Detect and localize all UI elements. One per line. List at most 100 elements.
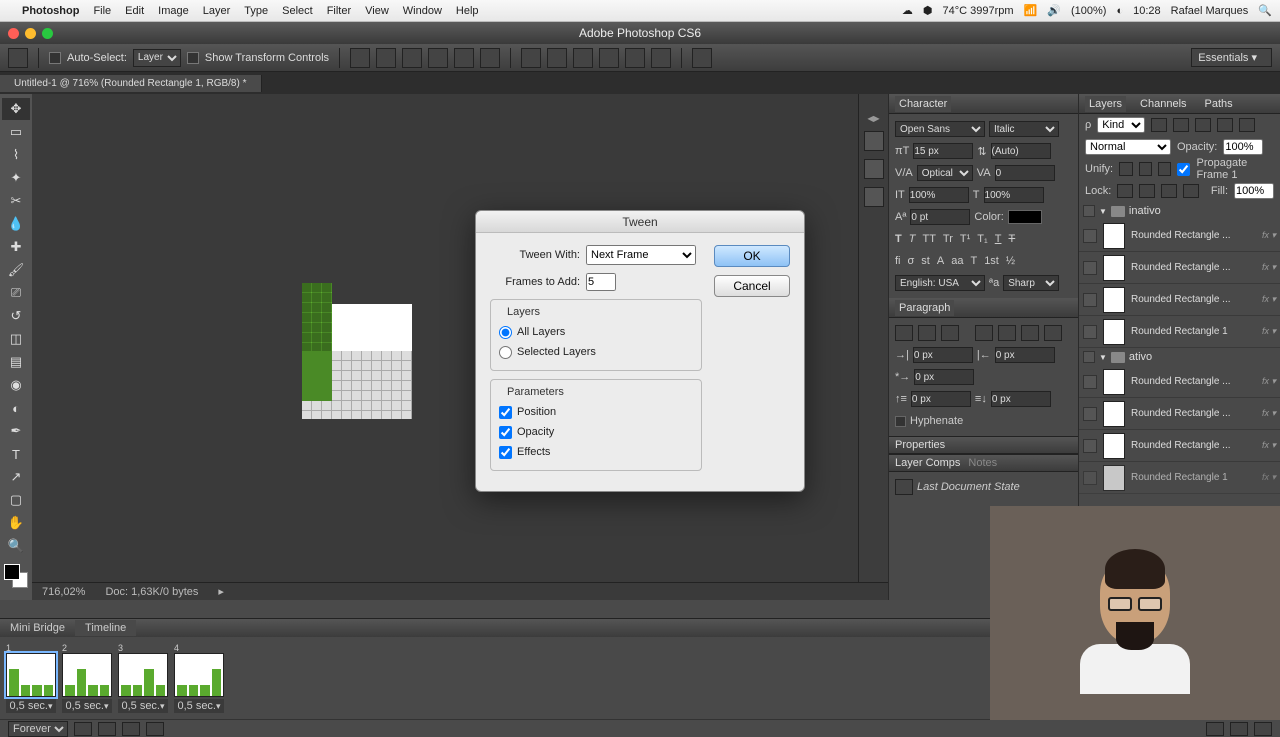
menu-edit[interactable]: Edit — [125, 5, 144, 17]
layer-group[interactable]: ▼inativo — [1079, 202, 1280, 220]
tracking[interactable] — [995, 165, 1055, 181]
align-icon[interactable] — [402, 48, 422, 68]
hand-tool[interactable]: ✋ — [2, 512, 30, 534]
ok-button[interactable]: OK — [714, 245, 790, 267]
space-after[interactable] — [991, 391, 1051, 407]
hyphenate-checkbox[interactable] — [895, 416, 906, 427]
layer-group[interactable]: ▼ativo — [1079, 348, 1280, 366]
font-size[interactable] — [913, 143, 973, 159]
show-transform-checkbox[interactable] — [187, 52, 199, 64]
hscale[interactable] — [984, 187, 1044, 203]
wifi-icon[interactable]: 📶 — [1024, 4, 1038, 17]
tween-button[interactable] — [1206, 722, 1224, 736]
justify-all[interactable] — [1044, 325, 1062, 341]
menu-help[interactable]: Help — [456, 5, 479, 17]
actions-icon[interactable] — [864, 159, 884, 179]
distribute-icon[interactable] — [651, 48, 671, 68]
indent-left[interactable] — [913, 347, 973, 363]
user-name[interactable]: Rafael Marques — [1171, 5, 1249, 17]
zoom-level[interactable]: 716,02% — [42, 586, 85, 598]
minimize-button[interactable] — [25, 28, 36, 39]
play-button[interactable] — [122, 722, 140, 736]
all-layers-radio[interactable] — [499, 326, 512, 339]
indent-right[interactable] — [995, 347, 1055, 363]
distribute-icon[interactable] — [625, 48, 645, 68]
crop-tool[interactable]: ✂ — [2, 190, 30, 212]
frame-thumb[interactable]: 4 0,5 sec.▾ — [174, 643, 224, 713]
unify-position-icon[interactable] — [1119, 162, 1132, 176]
healing-tool[interactable]: ✚ — [2, 236, 30, 258]
blend-mode[interactable]: Normal — [1085, 139, 1171, 155]
blur-tool[interactable]: ◉ — [2, 374, 30, 396]
move-tool-icon[interactable] — [8, 48, 28, 68]
menu-layer[interactable]: Layer — [203, 5, 231, 17]
pen-tool[interactable]: ✒ — [2, 420, 30, 442]
justify-center[interactable] — [998, 325, 1016, 341]
visibility-icon[interactable] — [1083, 375, 1097, 389]
layer-item[interactable]: Rounded Rectangle ...fx ▾ — [1079, 430, 1280, 462]
duplicate-frame-button[interactable] — [1230, 722, 1248, 736]
eraser-tool[interactable]: ◫ — [2, 328, 30, 350]
frame-thumb[interactable]: 3 0,5 sec.▾ — [118, 643, 168, 713]
brush-tool[interactable]: 🖌 — [2, 259, 30, 281]
lasso-tool[interactable]: ⌇ — [2, 144, 30, 166]
filter-kind[interactable]: Kind — [1097, 117, 1145, 133]
zoom-button[interactable] — [42, 28, 53, 39]
filter-smart-icon[interactable] — [1239, 118, 1255, 132]
gradient-tool[interactable]: ▤ — [2, 351, 30, 373]
path-tool[interactable]: ↗ — [2, 466, 30, 488]
cancel-button[interactable]: Cancel — [714, 275, 790, 297]
leading[interactable] — [991, 143, 1051, 159]
tool-presets-icon[interactable] — [864, 187, 884, 207]
dodge-tool[interactable]: ◐ — [2, 397, 30, 419]
paths-tab[interactable]: Paths — [1201, 96, 1237, 112]
filter-shape-icon[interactable] — [1217, 118, 1233, 132]
layer-item[interactable]: Rounded Rectangle 1fx ▾ — [1079, 316, 1280, 348]
menu-file[interactable]: File — [93, 5, 111, 17]
next-frame-button[interactable] — [146, 722, 164, 736]
filter-type-icon[interactable] — [1195, 118, 1211, 132]
align-icon[interactable] — [480, 48, 500, 68]
layer-comps-tab[interactable]: Layer Comps — [895, 457, 960, 469]
justify-right[interactable] — [1021, 325, 1039, 341]
distribute-icon[interactable] — [573, 48, 593, 68]
opacity-input[interactable] — [1223, 139, 1263, 155]
align-icon[interactable] — [376, 48, 396, 68]
space-before[interactable] — [911, 391, 971, 407]
color-swatches[interactable] — [4, 564, 28, 588]
dropbox-icon[interactable]: ⬢ — [923, 4, 933, 17]
loop-dropdown[interactable]: Forever — [8, 721, 68, 737]
align-icon[interactable] — [428, 48, 448, 68]
tween-with-dropdown[interactable]: Next Frame — [586, 245, 696, 265]
align-center[interactable] — [918, 325, 936, 341]
channels-tab[interactable]: Channels — [1136, 96, 1190, 112]
visibility-icon[interactable] — [1083, 439, 1097, 453]
lock-all-icon[interactable] — [1183, 184, 1199, 198]
font-family[interactable]: Open Sans — [895, 121, 985, 137]
menu-image[interactable]: Image — [158, 5, 189, 17]
delete-frame-button[interactable] — [1254, 722, 1272, 736]
wand-tool[interactable]: ✦ — [2, 167, 30, 189]
sync-icon[interactable]: ◐ — [1116, 5, 1123, 17]
unify-style-icon[interactable] — [1158, 162, 1171, 176]
lock-position-icon[interactable] — [1161, 184, 1177, 198]
visibility-icon[interactable] — [1083, 325, 1097, 339]
history-icon[interactable] — [864, 131, 884, 151]
document-tab[interactable]: Untitled-1 @ 716% (Rounded Rectangle 1, … — [0, 75, 262, 92]
shape-tool[interactable]: ▢ — [2, 489, 30, 511]
vscale[interactable] — [909, 187, 969, 203]
move-tool[interactable]: ✥ — [2, 98, 30, 120]
menu-window[interactable]: Window — [403, 5, 442, 17]
clock[interactable]: 10:28 — [1133, 5, 1161, 17]
layers-tab[interactable]: Layers — [1085, 96, 1126, 112]
app-name[interactable]: Photoshop — [22, 5, 79, 17]
spotlight-icon[interactable]: 🔍 — [1258, 4, 1272, 17]
frame-thumb[interactable]: 1 0,5 sec.▾ — [6, 643, 56, 713]
effects-checkbox[interactable] — [499, 446, 512, 459]
menu-view[interactable]: View — [365, 5, 389, 17]
history-brush-tool[interactable]: ↺ — [2, 305, 30, 327]
lock-trans-icon[interactable] — [1117, 184, 1133, 198]
layer-item[interactable]: Rounded Rectangle ...fx ▾ — [1079, 398, 1280, 430]
kerning[interactable]: Optical — [917, 165, 973, 181]
cloud-icon[interactable]: ☁ — [902, 4, 913, 17]
